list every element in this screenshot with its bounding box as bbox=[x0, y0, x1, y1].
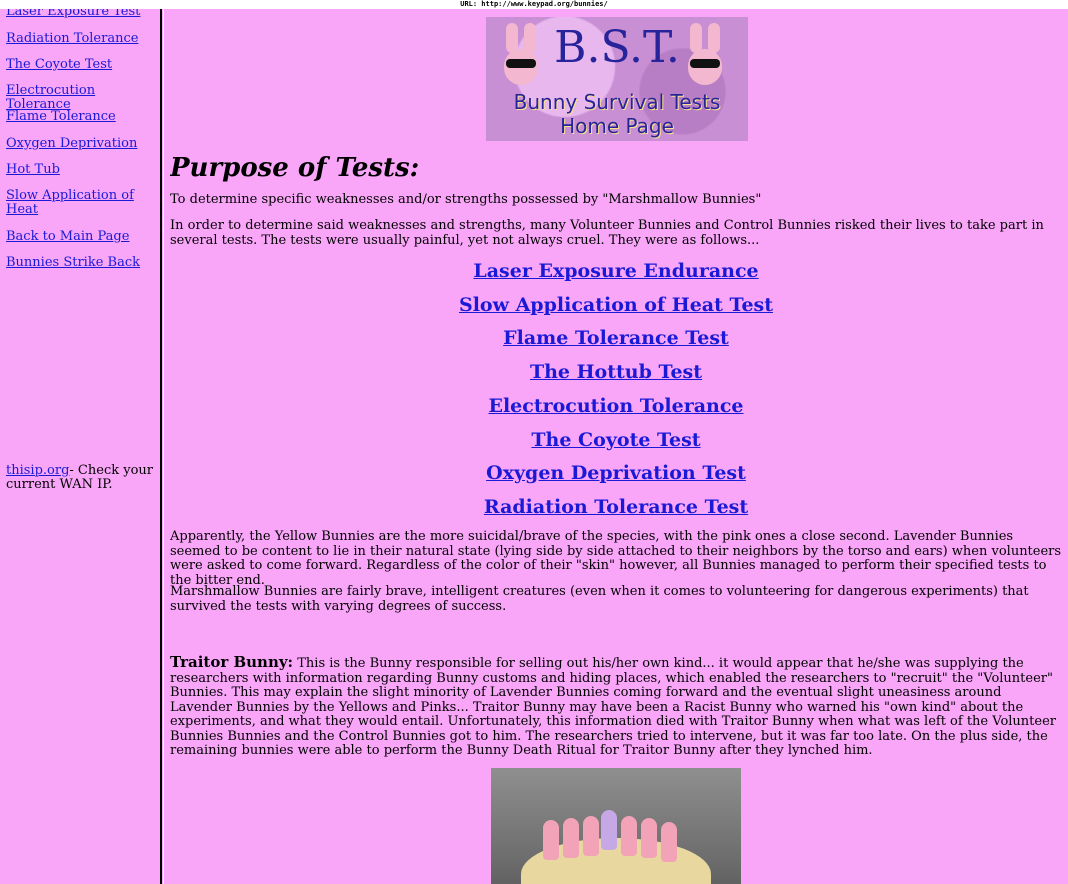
bunny-colors-paragraph: Apparently, the Yellow Bunnies are the m… bbox=[170, 529, 1062, 588]
sidebar-divider-highlight bbox=[163, 9, 164, 884]
sidebar-divider bbox=[160, 9, 162, 884]
sidebar-link-hot-tub[interactable]: Hot Tub bbox=[6, 163, 156, 177]
main-content: B.S.T. Bunny Survival Tests Home Page Pu… bbox=[170, 9, 1062, 884]
bunny-bravery-paragraph: Marshmallow Bunnies are fairly brave, in… bbox=[170, 584, 1029, 614]
sidebar-link-radiation[interactable]: Radiation Tolerance bbox=[6, 32, 156, 46]
test-link-slow-heat[interactable]: Slow Application of Heat Test bbox=[170, 294, 1062, 316]
test-link-electrocution[interactable]: Electrocution Tolerance bbox=[170, 395, 1062, 417]
logo-subtitle-line1: Bunny Survival Tests bbox=[513, 90, 721, 114]
test-link-flame[interactable]: Flame Tolerance Test bbox=[170, 327, 1062, 349]
traitor-bunny-paragraph: Traitor Bunny: This is the Bunny respons… bbox=[170, 655, 1062, 759]
intro-paragraph: To determine specific weaknesses and/or … bbox=[170, 192, 762, 207]
thisip-link[interactable]: thisip.org bbox=[6, 463, 69, 478]
sidebar-link-laser-exposure[interactable]: Laser Exposure Test bbox=[6, 9, 156, 19]
test-link-laser[interactable]: Laser Exposure Endurance bbox=[170, 260, 1062, 282]
sidebar-link-slow-heat[interactable]: Slow Application of Heat bbox=[6, 189, 136, 217]
sidebar-link-flame[interactable]: Flame Tolerance bbox=[6, 110, 156, 124]
logo-title: B.S.T. bbox=[554, 22, 680, 73]
sidebar-link-strike-back[interactable]: Bunnies Strike Back bbox=[6, 256, 156, 270]
page-heading: Purpose of Tests: bbox=[170, 153, 420, 183]
test-link-oxygen[interactable]: Oxygen Deprivation Test bbox=[170, 462, 1062, 484]
thisip-note: thisip.org- Check your current WAN IP. bbox=[6, 464, 156, 492]
traitor-bunny-text: This is the Bunny responsible for sellin… bbox=[170, 656, 1056, 758]
logo-subtitle-line2: Home Page bbox=[560, 114, 674, 138]
test-link-hottub[interactable]: The Hottub Test bbox=[170, 361, 1062, 383]
sidebar-link-electrocution[interactable]: Electrocution Tolerance bbox=[6, 84, 156, 112]
sidebar: Laser Exposure Test Radiation Tolerance … bbox=[0, 9, 160, 884]
tests-intro-paragraph: In order to determine said weaknesses an… bbox=[170, 218, 1044, 248]
traitor-bunny-label: Traitor Bunny: bbox=[170, 653, 294, 671]
url-bar: URL: http://www.keypad.org/bunnies/ bbox=[0, 0, 1068, 9]
sidebar-link-main-page[interactable]: Back to Main Page bbox=[6, 230, 156, 244]
test-link-radiation[interactable]: Radiation Tolerance Test bbox=[170, 496, 1062, 518]
bst-logo: B.S.T. Bunny Survival Tests Home Page bbox=[486, 17, 748, 141]
sidebar-link-coyote[interactable]: The Coyote Test bbox=[6, 58, 156, 72]
bunny-ritual-photo bbox=[491, 768, 741, 884]
test-link-coyote[interactable]: The Coyote Test bbox=[170, 429, 1062, 451]
sidebar-link-oxygen[interactable]: Oxygen Deprivation bbox=[6, 137, 156, 151]
